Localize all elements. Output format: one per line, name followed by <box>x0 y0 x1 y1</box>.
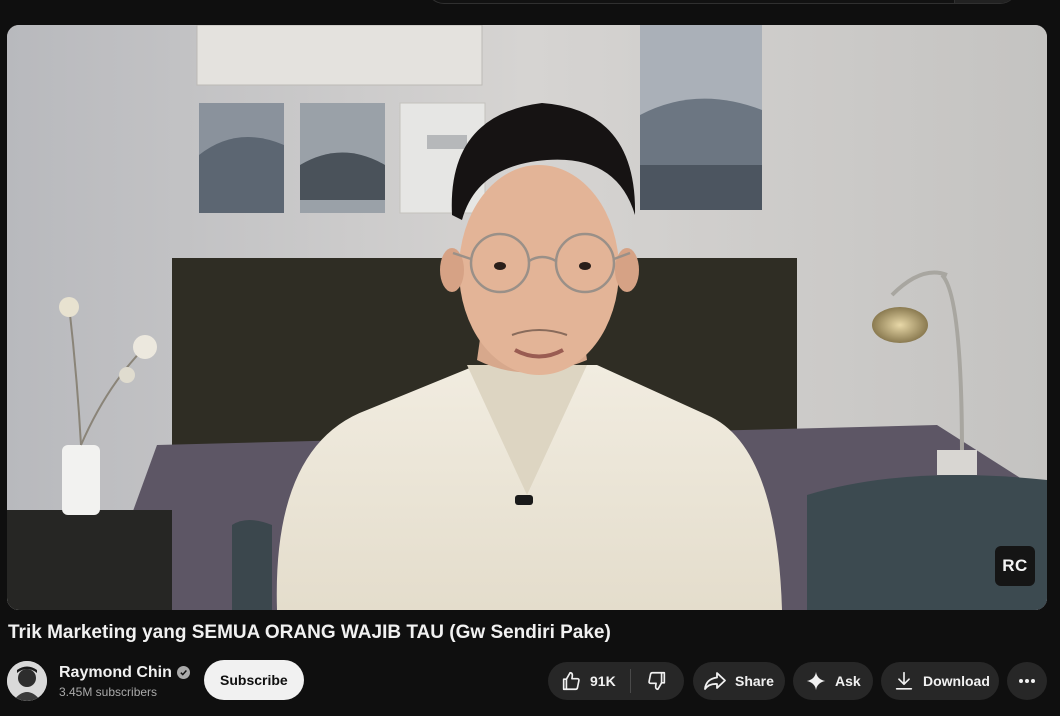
more-actions-button[interactable] <box>1007 662 1047 700</box>
subscribe-button[interactable]: Subscribe <box>204 660 304 700</box>
channel-avatar[interactable] <box>7 661 47 701</box>
like-button[interactable]: 91K <box>548 662 630 700</box>
check-circle-icon <box>176 666 190 679</box>
download-button[interactable]: Download <box>881 662 999 700</box>
channel-owner: Raymond Chin 3.45M subscribers <box>7 659 190 703</box>
share-icon <box>704 672 726 690</box>
download-label: Download <box>923 673 990 689</box>
like-count: 91K <box>590 673 616 689</box>
share-label: Share <box>735 673 774 689</box>
download-icon <box>895 671 913 690</box>
video-title: Trik Marketing yang SEMUA ORANG WAJIB TA… <box>8 622 611 643</box>
ask-label: Ask <box>835 673 861 689</box>
like-dislike-group: 91K <box>548 662 684 700</box>
subscriber-count: 3.45M subscribers <box>59 684 158 699</box>
channel-name-link[interactable]: Raymond Chin <box>59 664 190 682</box>
video-player[interactable]: RC <box>7 25 1047 610</box>
search-button[interactable] <box>954 0 1017 3</box>
search-bar[interactable] <box>426 0 1018 4</box>
channel-watermark[interactable]: RC <box>995 546 1035 586</box>
share-button[interactable]: Share <box>693 662 785 700</box>
dislike-button[interactable] <box>631 662 684 700</box>
channel-name[interactable]: Raymond Chin <box>59 664 172 682</box>
ask-button[interactable]: Ask <box>793 662 873 700</box>
sparkle-icon <box>806 671 826 691</box>
more-horizontal-icon <box>1019 679 1035 683</box>
thumbs-down-icon <box>648 671 666 691</box>
video-frame <box>7 25 1047 610</box>
thumbs-up-icon <box>562 671 580 691</box>
